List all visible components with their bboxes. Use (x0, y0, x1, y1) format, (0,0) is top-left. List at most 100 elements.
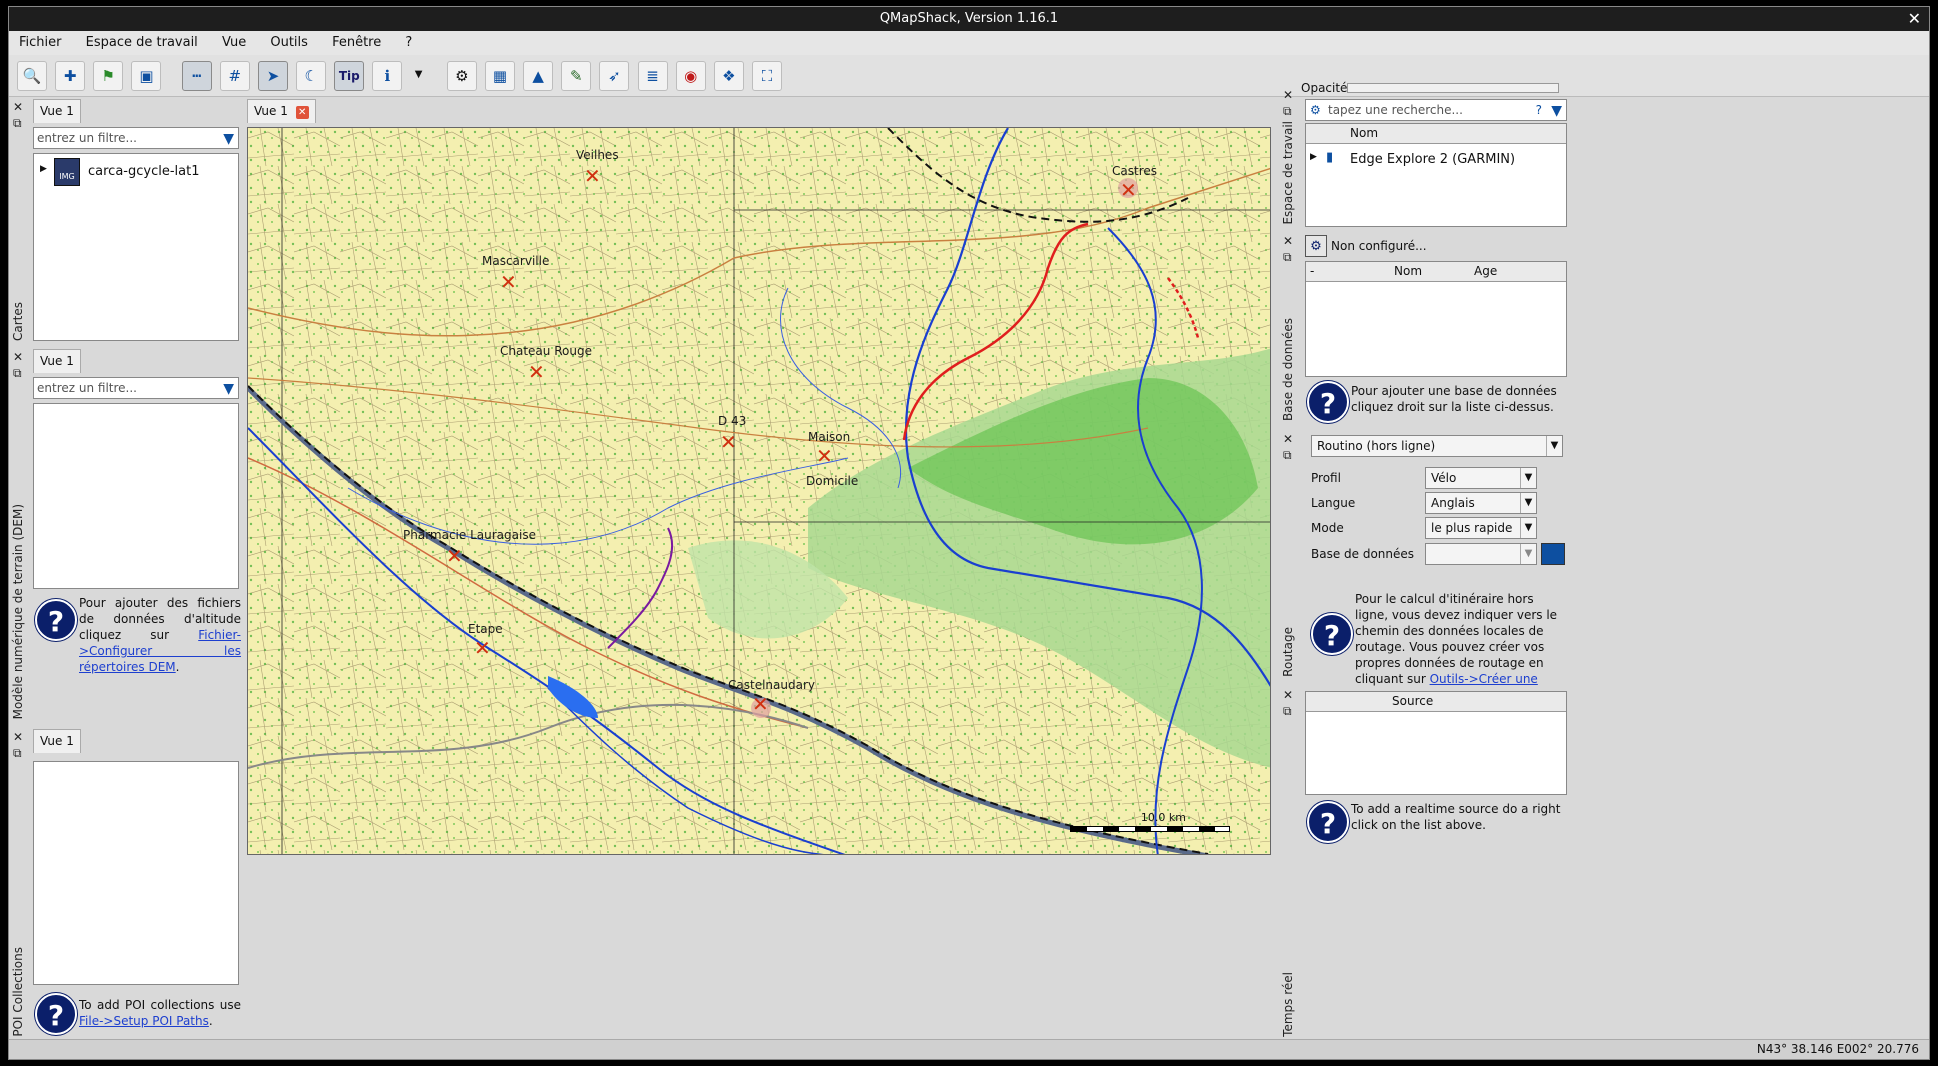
mode-label: Mode (1311, 521, 1344, 535)
col-dash-header[interactable]: - (1310, 264, 1314, 278)
close-icon[interactable]: ✕ (13, 349, 31, 365)
waypoint-icon[interactable]: ✕ (474, 636, 491, 660)
float-icon[interactable]: ⧉ (1283, 703, 1301, 719)
mode-select[interactable]: le plus rapide ▼ (1425, 517, 1537, 539)
waypoint-icon[interactable]: ✕ (752, 692, 769, 716)
map-label-castelnaudary[interactable]: Castelnaudary (728, 678, 815, 692)
col-age-header[interactable]: Age (1474, 264, 1497, 278)
database-icon[interactable]: ⚙ (1305, 235, 1327, 257)
edit-icon[interactable]: ✎ (561, 61, 592, 91)
profile-select[interactable]: Vélo ▼ (1425, 467, 1537, 489)
menu-bar: Fichier Espace de travail Vue Outils Fen… (9, 31, 1929, 55)
list-item[interactable]: ▶ IMG carca-gcycle-lat1 (40, 158, 230, 186)
poi-setup-link[interactable]: File->Setup POI Paths (79, 1014, 209, 1028)
filter-icon[interactable]: ▼ (223, 379, 234, 399)
map-label-etape[interactable]: Etape (468, 622, 503, 636)
list-icon[interactable]: ≣ (637, 61, 668, 91)
map-label-castres[interactable]: Castres (1112, 164, 1157, 178)
menu-vue[interactable]: Vue (212, 31, 256, 55)
float-icon[interactable]: ⧉ (13, 745, 31, 761)
close-icon[interactable]: ✕ (1283, 87, 1301, 103)
close-icon[interactable]: ✕ (1283, 687, 1301, 703)
folder-icon[interactable] (1541, 543, 1565, 565)
close-icon[interactable]: ✕ (1283, 233, 1301, 249)
maps-filter-input[interactable]: entrez un filtre... ▼ (33, 127, 239, 149)
waypoint-icon[interactable]: ✕ (720, 430, 737, 454)
info-icon[interactable]: ℹ (372, 61, 403, 91)
waypoint-icon[interactable]: ✕ (1120, 178, 1137, 202)
ruler-icon[interactable]: ┅ (181, 61, 212, 91)
map-label-veilhes[interactable]: Veilhes (576, 148, 619, 162)
img-map-icon: IMG (54, 158, 80, 186)
save-icon[interactable]: ▣ (131, 61, 162, 91)
close-icon[interactable]: ✕ (13, 729, 31, 745)
expand-icon[interactable]: ▶ (40, 164, 47, 174)
col-name-header[interactable]: Nom (1394, 264, 1422, 278)
route-icon[interactable]: ➶ (599, 61, 630, 91)
gear-icon[interactable]: ⚙ (446, 61, 477, 91)
menu-espace-de-travail[interactable]: Espace de travail (76, 31, 208, 55)
flag-icon[interactable]: ⚑ (93, 61, 124, 91)
float-icon[interactable]: ⧉ (1283, 103, 1301, 119)
realtime-list: Source (1305, 691, 1567, 795)
menu-fichier[interactable]: Fichier (9, 31, 72, 55)
language-select[interactable]: Anglais ▼ (1425, 492, 1537, 514)
waypoint-icon[interactable]: ✕ (816, 444, 833, 468)
map-icon[interactable]: ▦ (484, 61, 515, 91)
waypoint-icon[interactable]: ✕ (446, 544, 463, 568)
map-label-maison[interactable]: Maison (808, 430, 850, 444)
opacity-slider[interactable] (1347, 83, 1559, 93)
menu-outils[interactable]: Outils (260, 31, 318, 55)
filter-icon[interactable]: ▼ (223, 129, 234, 149)
waypoint-icon[interactable]: ✕ (500, 270, 517, 294)
map-label-chateau-rouge[interactable]: Chateau Rouge (500, 344, 592, 358)
status-bar: N43° 38.146 E002° 20.776 (9, 1039, 1929, 1059)
tab-map-vue-1[interactable]: Vue 1 ✕ (247, 99, 316, 123)
float-icon[interactable]: ⧉ (1283, 249, 1301, 265)
close-icon[interactable]: ✕ (13, 99, 31, 115)
map-canvas[interactable]: Veilhes ✕ Mascarville ✕ Chateau Rouge ✕ … (247, 127, 1271, 855)
list-item[interactable]: ▶ ▮ Edge Explore 2 (GARMIN) (1310, 150, 1560, 170)
menu-fenetre[interactable]: Fenêtre (322, 31, 391, 55)
cursor-icon[interactable]: ➤ (257, 61, 288, 91)
col-name-header[interactable]: Nom (1350, 126, 1378, 140)
alert-icon[interactable]: ◉ (675, 61, 706, 91)
night-icon[interactable]: ☾ (296, 61, 327, 91)
routing-help: ? Pour le calcul d'itinéraire hors ligne… (1305, 591, 1567, 702)
waypoint-icon[interactable]: ✕ (528, 360, 545, 384)
help-small-icon[interactable]: ? (1536, 100, 1542, 120)
database-status: Non configuré... (1331, 239, 1427, 253)
router-select[interactable]: Routino (hors ligne) ▼ (1311, 435, 1563, 457)
float-icon[interactable]: ⧉ (13, 365, 31, 381)
close-tab-icon[interactable]: ✕ (295, 106, 309, 119)
menu-help[interactable]: ? (395, 31, 422, 55)
map-label-mascarville[interactable]: Mascarville (482, 254, 549, 268)
filter-icon[interactable]: ▼ (1551, 101, 1562, 121)
chevron-down-icon[interactable]: ▼ (411, 61, 427, 91)
add-waypoint-icon[interactable]: ✚ (55, 61, 86, 91)
float-icon[interactable]: ⧉ (13, 115, 31, 131)
grid-icon[interactable]: # (219, 61, 250, 91)
image-icon[interactable]: ▲ (523, 61, 554, 91)
routing-db-select[interactable]: ▼ (1425, 543, 1537, 565)
map-label-pharmacie[interactable]: Pharmacie Lauragaise (403, 528, 536, 542)
search-icon[interactable]: 🔍 (17, 61, 47, 91)
close-icon[interactable]: ✕ (1908, 7, 1921, 31)
workspace-search-input[interactable]: ⚙ tapez une recherche... ? ▼ (1305, 99, 1567, 121)
float-icon[interactable]: ⧉ (1283, 447, 1301, 463)
routing-dock: ✕ ⧉ Routage Routino (hors ligne) ▼ Profil… (1277, 431, 1569, 702)
tab-vue-1[interactable]: Vue 1 (33, 99, 81, 123)
close-icon[interactable]: ✕ (1283, 431, 1301, 447)
gear-icon[interactable]: ⚙ (1310, 100, 1321, 120)
fullscreen-icon[interactable]: ⛶ (751, 61, 782, 91)
waypoint-icon[interactable]: ✕ (584, 164, 601, 188)
expand-icon[interactable]: ▶ (1310, 152, 1317, 162)
tab-vue-1[interactable]: Vue 1 (33, 349, 81, 373)
dem-filter-input[interactable]: entrez un filtre... ▼ (33, 377, 239, 399)
map-label-domicile[interactable]: Domicile (806, 474, 858, 488)
tip-icon[interactable]: Tip (334, 61, 365, 91)
col-source-header[interactable]: Source (1392, 694, 1433, 708)
overlay-icon[interactable]: ❖ (713, 61, 744, 91)
map-label-d43[interactable]: D 43 (718, 414, 746, 428)
tab-vue-1[interactable]: Vue 1 (33, 729, 81, 753)
